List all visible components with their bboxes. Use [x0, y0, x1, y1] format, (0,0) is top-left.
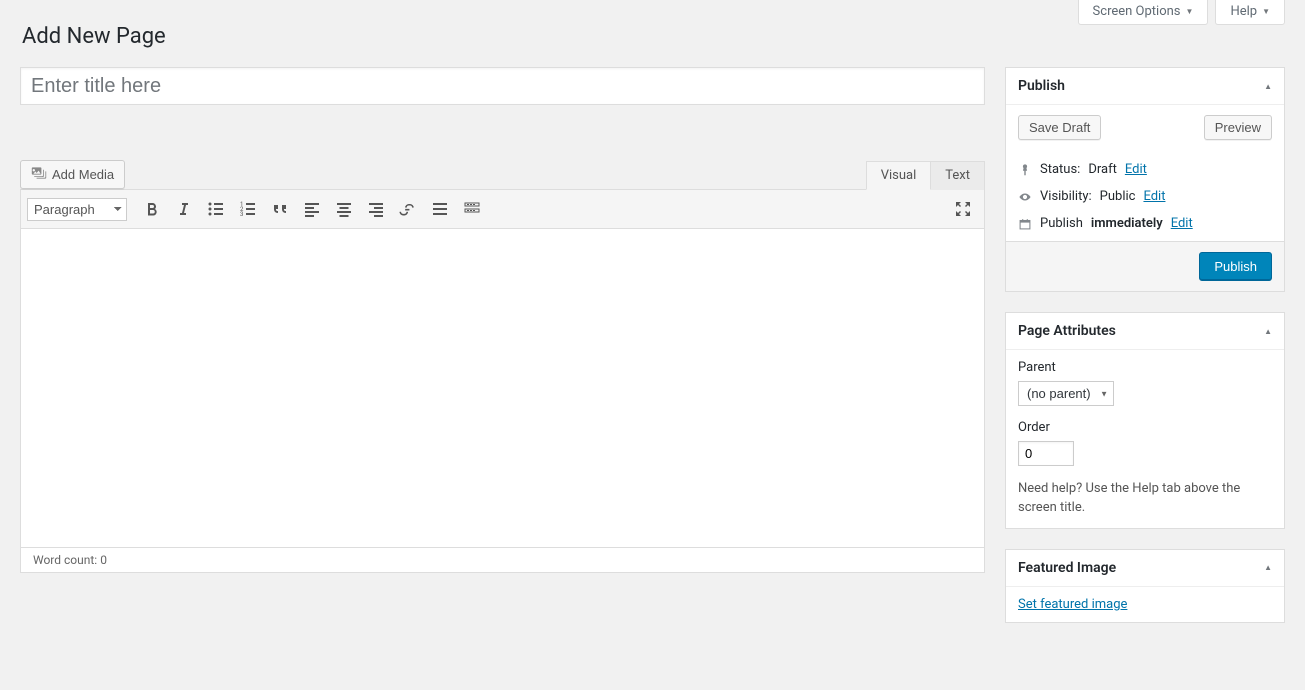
link-button[interactable] [393, 194, 423, 224]
visibility-label: Visibility: [1040, 189, 1092, 204]
publish-button[interactable]: Publish [1199, 252, 1272, 281]
editor-tabs: Visual Text [866, 160, 985, 189]
calendar-icon [1018, 217, 1032, 231]
editor-toolbar: Paragraph 123 [21, 190, 984, 229]
numbered-list-button[interactable]: 123 [233, 194, 263, 224]
format-select[interactable]: Paragraph [27, 198, 127, 221]
read-more-button[interactable] [425, 194, 455, 224]
blockquote-button[interactable] [265, 194, 295, 224]
word-count-value: 0 [100, 553, 107, 567]
status-value: Draft [1088, 162, 1117, 177]
publish-header[interactable]: Publish ▲ [1006, 68, 1284, 105]
page-attributes-title: Page Attributes [1018, 323, 1116, 339]
help-label: Help [1230, 4, 1257, 19]
pin-icon [1018, 163, 1032, 177]
caret-up-icon: ▲ [1264, 327, 1272, 336]
featured-image-title: Featured Image [1018, 560, 1116, 576]
title-input[interactable] [20, 67, 985, 105]
parent-label: Parent [1018, 360, 1272, 375]
italic-button[interactable] [169, 194, 199, 224]
main-column: Add Media Visual Text Paragraph [20, 57, 985, 623]
editor-content[interactable] [21, 229, 984, 547]
set-featured-image-link[interactable]: Set featured image [1018, 597, 1127, 612]
order-input[interactable] [1018, 441, 1074, 466]
visibility-value: Public [1100, 189, 1136, 204]
schedule-edit-link[interactable]: Edit [1171, 216, 1193, 231]
schedule-value: immediately [1091, 216, 1163, 231]
publish-title: Publish [1018, 78, 1065, 94]
side-column: Publish ▲ Save Draft Preview Status: Dra… [1005, 57, 1285, 623]
media-icon [31, 165, 47, 184]
status-edit-link[interactable]: Edit [1125, 162, 1147, 177]
preview-button[interactable]: Preview [1204, 115, 1272, 140]
save-draft-button[interactable]: Save Draft [1018, 115, 1101, 140]
screen-options-label: Screen Options [1093, 4, 1181, 19]
parent-select[interactable]: (no parent) [1018, 381, 1114, 406]
add-media-button[interactable]: Add Media [20, 160, 125, 189]
svg-text:3: 3 [240, 211, 243, 218]
screen-options-button[interactable]: Screen Options ▼ [1078, 0, 1209, 25]
caret-up-icon: ▲ [1264, 563, 1272, 572]
fullscreen-button[interactable] [948, 194, 978, 224]
publish-box: Publish ▲ Save Draft Preview Status: Dra… [1005, 67, 1285, 292]
caret-up-icon: ▲ [1264, 82, 1272, 91]
toolbar-toggle-button[interactable] [457, 194, 487, 224]
help-button[interactable]: Help ▼ [1215, 0, 1285, 25]
bullet-list-button[interactable] [201, 194, 231, 224]
featured-image-box: Featured Image ▲ Set featured image [1005, 549, 1285, 623]
add-media-label: Add Media [52, 167, 114, 182]
order-label: Order [1018, 420, 1272, 435]
align-left-button[interactable] [297, 194, 327, 224]
tab-text[interactable]: Text [931, 161, 985, 190]
eye-icon [1018, 190, 1032, 204]
align-right-button[interactable] [361, 194, 391, 224]
schedule-label: Publish [1040, 216, 1083, 231]
status-label: Status: [1040, 162, 1080, 177]
caret-down-icon: ▼ [1262, 7, 1270, 16]
media-row: Add Media Visual Text [20, 160, 985, 189]
editor-box: Paragraph 123 [20, 189, 985, 573]
page-attributes-help: Need help? Use the Help tab above the sc… [1018, 480, 1272, 518]
bold-button[interactable] [137, 194, 167, 224]
featured-image-header[interactable]: Featured Image ▲ [1006, 550, 1284, 587]
page-attributes-box: Page Attributes ▲ Parent (no parent) ▼ O… [1005, 312, 1285, 529]
screen-meta: Screen Options ▼ Help ▼ [1078, 0, 1285, 25]
visibility-edit-link[interactable]: Edit [1143, 189, 1165, 204]
caret-down-icon: ▼ [1186, 7, 1194, 16]
editor-footer: Word count: 0 [21, 547, 984, 572]
page-attributes-header[interactable]: Page Attributes ▲ [1006, 313, 1284, 350]
align-center-button[interactable] [329, 194, 359, 224]
word-count-label: Word count: [33, 553, 97, 567]
tab-visual[interactable]: Visual [866, 161, 932, 190]
